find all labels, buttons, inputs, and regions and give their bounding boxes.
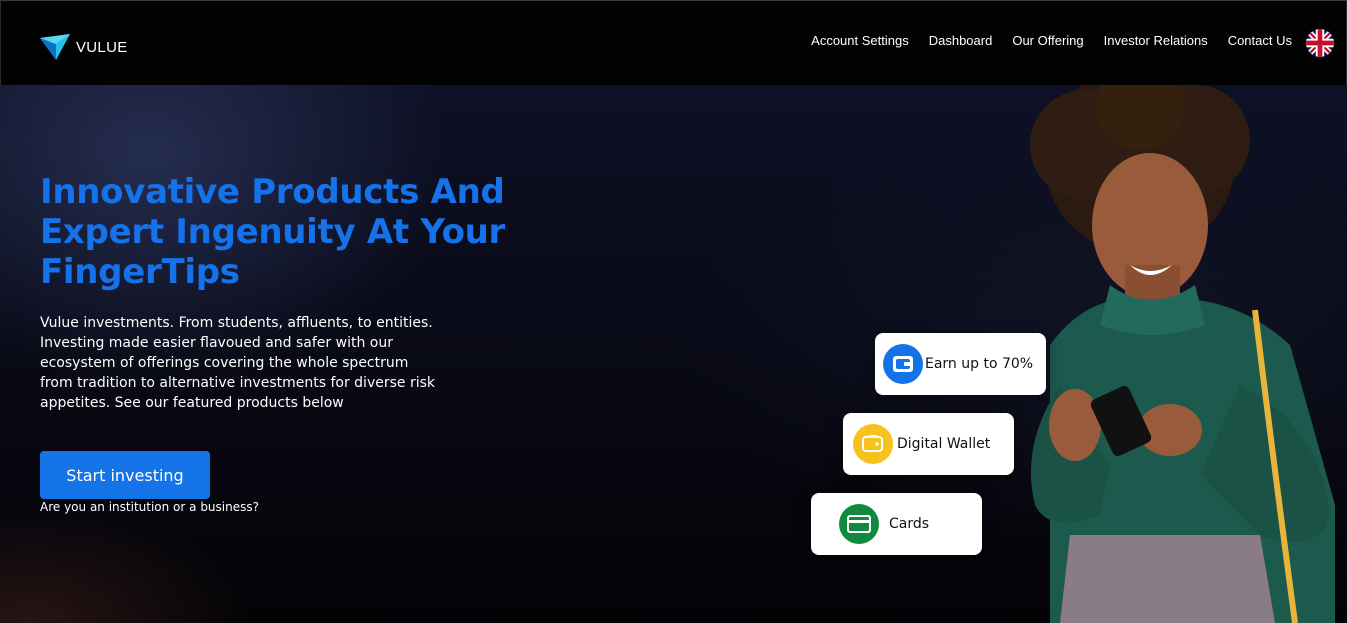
wallet-icon [883, 344, 923, 384]
site-header: VULUE Account Settings Dashboard Our Off… [0, 0, 1347, 85]
uk-flag-icon[interactable] [1306, 29, 1334, 57]
hero-section: Innovative Products And Expert Ingenuity… [0, 85, 1347, 623]
institution-business-link[interactable]: Are you an institution or a business? [40, 500, 259, 514]
hero-title: Innovative Products And Expert Ingenuity… [40, 172, 506, 292]
feature-card-digital-wallet[interactable]: Digital Wallet [843, 413, 1014, 475]
feature-card-earn[interactable]: Earn up to 70% [875, 333, 1046, 395]
feature-label-cards: Cards [889, 516, 930, 532]
nav-investor-relations[interactable]: Investor Relations [1104, 32, 1208, 50]
feature-label-digital-wallet: Digital Wallet [897, 436, 991, 452]
feature-label-earn: Earn up to 70% [925, 356, 1034, 372]
card-icon [839, 504, 879, 544]
brand-logo[interactable]: VULUE [40, 34, 128, 60]
hero-description: Vulue investments. From students, afflue… [40, 315, 436, 411]
brand-name: VULUE [76, 38, 128, 56]
nav-dashboard[interactable]: Dashboard [929, 32, 993, 50]
main-nav: Account Settings Dashboard Our Offering … [811, 32, 1292, 50]
start-investing-button[interactable]: Start investing [40, 451, 210, 499]
triangle-logo-icon [40, 34, 70, 60]
nav-contact-us[interactable]: Contact Us [1228, 32, 1292, 50]
nav-our-offering[interactable]: Our Offering [1012, 32, 1083, 50]
digital-wallet-icon [853, 424, 893, 464]
feature-card-cards[interactable]: Cards [811, 493, 982, 555]
nav-account-settings[interactable]: Account Settings [811, 32, 909, 50]
